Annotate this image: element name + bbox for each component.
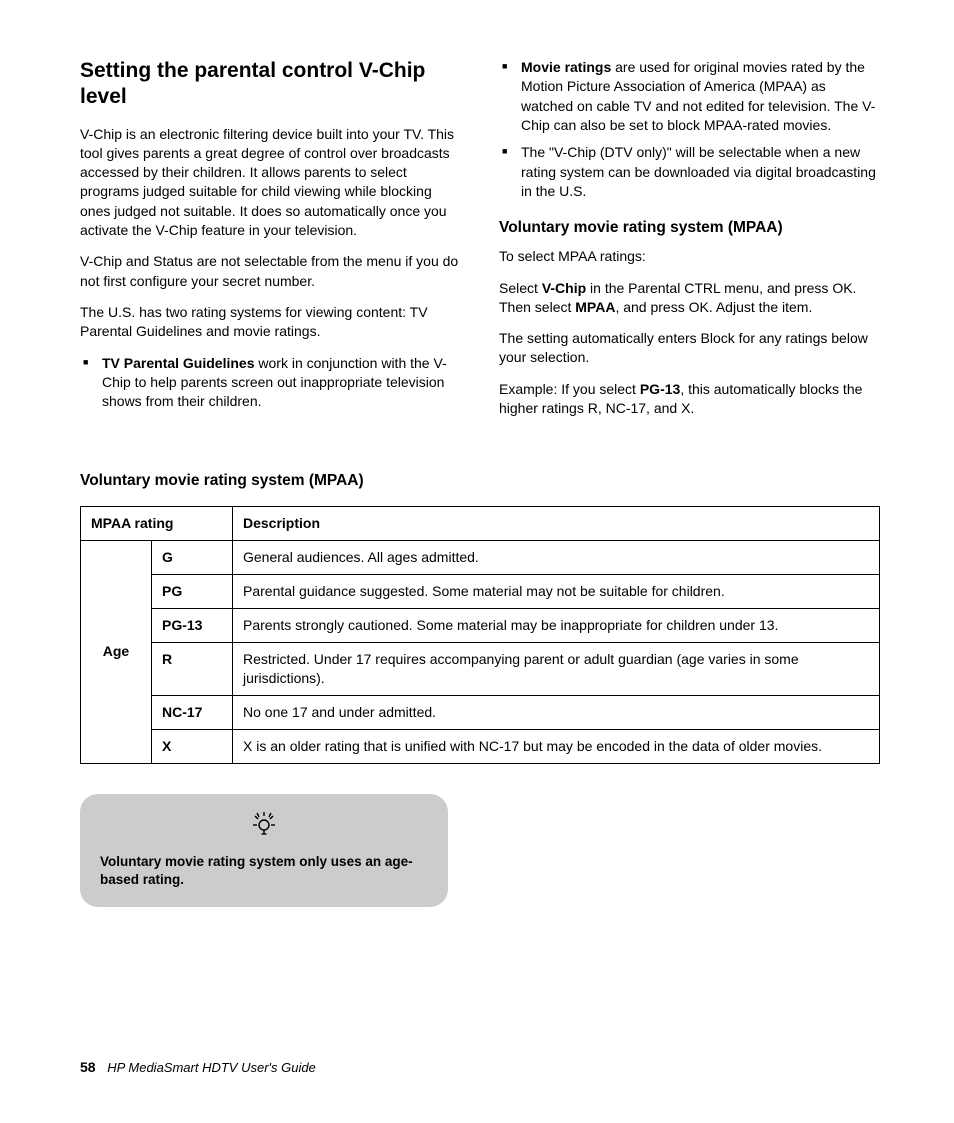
bullet-bold: Movie ratings — [521, 59, 611, 75]
rating-cell: PG — [152, 575, 233, 609]
table-heading: Voluntary movie rating system (MPAA) — [80, 472, 880, 490]
rating-cell: PG-13 — [152, 609, 233, 643]
paragraph: The setting automatically enters Block f… — [499, 329, 880, 368]
description-cell: No one 17 and under admitted. — [233, 695, 880, 729]
table-row: Age G General audiences. All ages admitt… — [81, 541, 880, 575]
section-title: Setting the parental control V-Chip leve… — [80, 58, 461, 111]
description-cell: General audiences. All ages admitted. — [233, 541, 880, 575]
description-cell: X is an older rating that is unified wit… — [233, 729, 880, 763]
rating-cell: R — [152, 642, 233, 695]
right-column: Movie ratings are used for original movi… — [499, 58, 880, 430]
rating-cell: NC-17 — [152, 695, 233, 729]
paragraph: The U.S. has two rating systems for view… — [80, 303, 461, 342]
mpaa-rating-table: MPAA rating Description Age G General au… — [80, 506, 880, 763]
rating-cell: G — [152, 541, 233, 575]
table-header-description: Description — [233, 507, 880, 541]
description-cell: Parental guidance suggested. Some materi… — [233, 575, 880, 609]
bullet-item: Movie ratings are used for original movi… — [499, 58, 880, 135]
tip-text: Voluntary movie rating system only uses … — [100, 853, 428, 889]
paragraph: To select MPAA ratings: — [499, 247, 880, 266]
paragraph: V-Chip and Status are not selectable fro… — [80, 252, 461, 291]
description-cell: Parents strongly cautioned. Some materia… — [233, 609, 880, 643]
table-row: PG Parental guidance suggested. Some mat… — [81, 575, 880, 609]
bullet-item: The "V-Chip (DTV only)" will be selectab… — [499, 143, 880, 201]
table-row: X X is an older rating that is unified w… — [81, 729, 880, 763]
table-row: NC-17 No one 17 and under admitted. — [81, 695, 880, 729]
age-category-cell: Age — [81, 541, 152, 763]
rating-cell: X — [152, 729, 233, 763]
tip-box: Voluntary movie rating system only uses … — [80, 794, 448, 907]
bullet-bold: TV Parental Guidelines — [102, 355, 255, 371]
page-footer: 58 HP MediaSmart HDTV User's Guide — [80, 1059, 316, 1075]
table-header-rating: MPAA rating — [81, 507, 233, 541]
table-row: PG-13 Parents strongly cautioned. Some m… — [81, 609, 880, 643]
subsection-title: Voluntary movie rating system (MPAA) — [499, 219, 880, 237]
bullet-item: TV Parental Guidelines work in conjuncti… — [80, 354, 461, 412]
paragraph: V-Chip is an electronic filtering device… — [80, 125, 461, 241]
document-title: HP MediaSmart HDTV User's Guide — [107, 1060, 316, 1075]
description-cell: Restricted. Under 17 requires accompanyi… — [233, 642, 880, 695]
paragraph: Example: If you select PG-13, this autom… — [499, 380, 880, 419]
bullet-list: Movie ratings are used for original movi… — [499, 58, 880, 201]
paragraph: Select V-Chip in the Parental CTRL menu,… — [499, 279, 880, 318]
page-number: 58 — [80, 1059, 96, 1075]
lightbulb-icon — [100, 808, 428, 843]
bullet-list: TV Parental Guidelines work in conjuncti… — [80, 354, 461, 412]
left-column: Setting the parental control V-Chip leve… — [80, 58, 461, 430]
table-row: R Restricted. Under 17 requires accompan… — [81, 642, 880, 695]
